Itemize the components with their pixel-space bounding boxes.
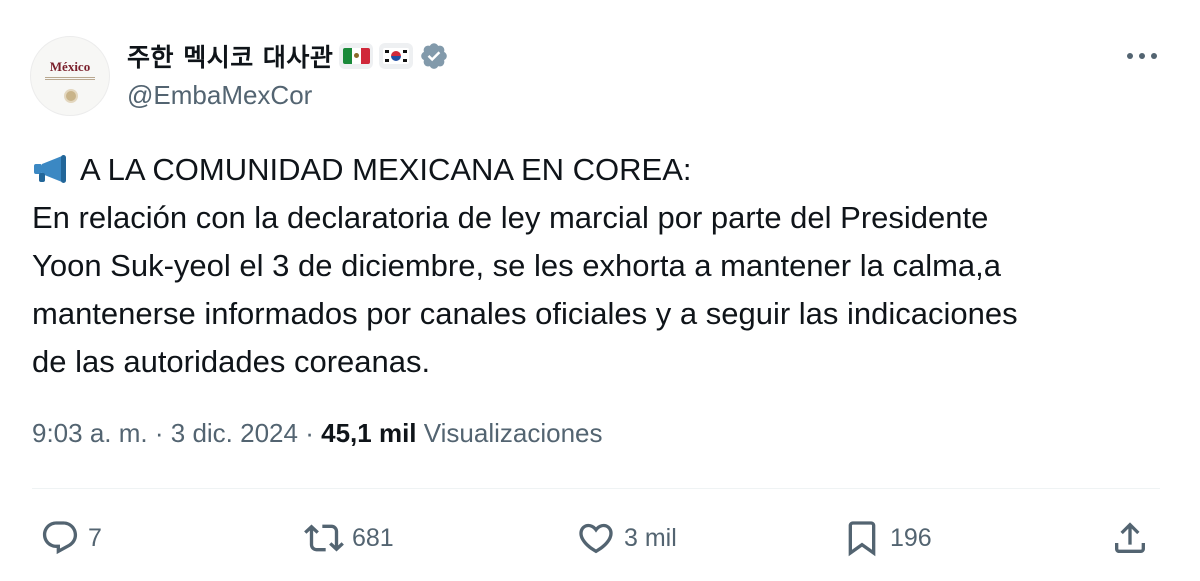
verified-badge-icon[interactable] xyxy=(419,41,449,71)
repost-icon xyxy=(304,524,344,552)
more-options-button[interactable] xyxy=(1124,42,1160,70)
tweet-line-4: mantenerse informados por canales oficia… xyxy=(32,296,1018,331)
account-handle[interactable]: @EmbaMexCor xyxy=(127,80,312,111)
avatar-logo-text: México xyxy=(49,59,91,74)
avatar[interactable]: México xyxy=(30,36,110,116)
tweet-time[interactable]: 9:03 a. m. xyxy=(32,418,148,448)
meta-separator: · xyxy=(154,418,164,448)
like-count: 3 mil xyxy=(624,523,677,552)
megaphone-icon xyxy=(34,155,66,183)
tweet-line-1: A LA COMUNIDAD MEXICANA EN COREA: xyxy=(32,146,1168,194)
reply-icon xyxy=(42,521,78,555)
share-icon xyxy=(1115,522,1145,553)
repost-button[interactable]: 681 xyxy=(304,512,394,564)
tweet-line-3: Yoon Suk-yeol el 3 de diciembre, se les … xyxy=(32,248,1002,283)
views-count: 45,1 mil xyxy=(321,418,417,448)
mexico-flag-icon xyxy=(339,43,374,69)
tweet-text: A LA COMUNIDAD MEXICANA EN COREA: En rel… xyxy=(32,146,1168,386)
reply-count: 7 xyxy=(88,523,102,552)
more-dots-icon xyxy=(1127,53,1157,59)
bookmark-icon xyxy=(848,521,876,557)
repost-count: 681 xyxy=(352,523,394,552)
display-name[interactable]: 주한 멕시코 대사관 xyxy=(127,38,333,74)
divider xyxy=(32,488,1160,489)
tweet-meta: 9:03 a. m. · 3 dic. 2024 · 45,1 mil Visu… xyxy=(32,418,603,449)
action-bar: 7 681 3 mil 196 xyxy=(0,512,1200,564)
heart-icon xyxy=(579,523,613,554)
name-row: 주한 멕시코 대사관 xyxy=(127,38,449,74)
tweet-card: México 주한 멕시코 대사관 @EmbaMexCor A LA COMUN… xyxy=(0,0,1200,581)
views-label: Visualizaciones xyxy=(423,418,603,448)
tweet-line-text: A LA COMUNIDAD MEXICANA EN COREA: xyxy=(80,152,692,187)
reply-button[interactable]: 7 xyxy=(40,512,102,564)
seal-icon xyxy=(64,89,78,103)
tweet-line-5: de las autoridades coreanas. xyxy=(32,344,431,379)
like-button[interactable]: 3 mil xyxy=(576,512,677,564)
bookmark-button[interactable]: 196 xyxy=(842,512,932,564)
share-button[interactable] xyxy=(1110,512,1150,564)
south-korea-flag-icon xyxy=(379,43,414,69)
bookmark-count: 196 xyxy=(890,523,932,552)
meta-separator: · xyxy=(305,418,314,448)
avatar-logo-rule xyxy=(45,77,95,80)
tweet-line-2: En relación con la declaratoria de ley m… xyxy=(32,200,989,235)
tweet-date[interactable]: 3 dic. 2024 xyxy=(171,418,298,448)
